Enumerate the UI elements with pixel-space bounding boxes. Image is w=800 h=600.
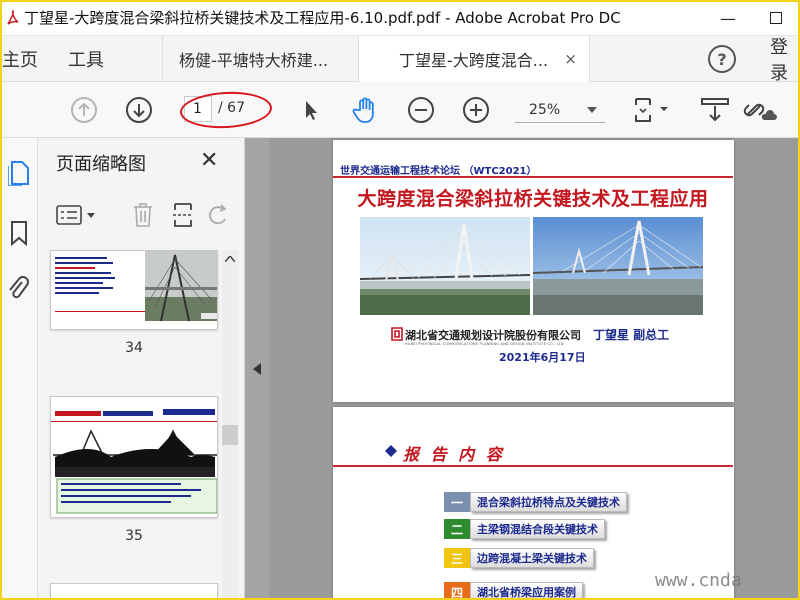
tab-tools[interactable]: 工具 — [68, 36, 104, 82]
item-text: 混合梁斜拉桥特点及关键技术 — [470, 492, 627, 512]
item-text: 主梁钢混结合段关键技术 — [470, 519, 605, 539]
hand-tool-button[interactable] — [348, 93, 382, 127]
institute-name: 湖北省交通规划设计院股份有限公司 — [405, 329, 581, 342]
page-thumbnail-35[interactable] — [50, 396, 218, 518]
attachments-button[interactable] — [6, 274, 30, 306]
tab-document-yangjian[interactable]: 杨健-平塘特大桥建... — [162, 36, 358, 82]
thumbnail-preview — [55, 251, 217, 322]
share-link-button[interactable] — [740, 93, 780, 127]
page-thumbnail-36[interactable] — [50, 583, 218, 600]
zoom-select[interactable]: 25% — [515, 97, 605, 123]
bridge-photo-left — [360, 217, 530, 315]
thumbnail-options-button[interactable] — [54, 202, 100, 228]
maximize-button[interactable] — [752, 0, 800, 36]
tab-label: 丁望星-大跨度混合... — [399, 51, 549, 70]
help-button[interactable]: ? — [708, 45, 736, 73]
left-navigation-rail — [0, 138, 38, 600]
collapse-left-arrow-icon — [253, 363, 261, 375]
tab-home[interactable]: 主页 — [2, 36, 38, 82]
item-number: 一 — [444, 492, 470, 512]
hand-icon — [352, 97, 374, 123]
chevron-down-icon — [587, 107, 597, 113]
item-number: 三 — [444, 548, 470, 568]
institute-logo-icon — [391, 327, 403, 341]
item-number: 二 — [444, 519, 470, 539]
paperclip-icon — [9, 276, 29, 299]
item-text: 边跨混凝土梁关键技术 — [470, 548, 594, 568]
author-name: 丁望星 副总工 — [593, 328, 670, 342]
arrow-up-circle-icon — [71, 97, 97, 123]
tab-label: 杨健-平塘特大桥建... — [179, 51, 329, 70]
presentation-date: 2021年6月17日 — [499, 351, 586, 364]
contents-item: 二 主梁钢混结合段关键技术 — [444, 518, 605, 540]
title-bar: 丁望星-大跨度混合梁斜拉桥关键技术及工程应用-6.10.pdf.pdf - Ad… — [0, 0, 800, 36]
next-page-button[interactable] — [122, 93, 156, 127]
thumbnail-page-number: 35 — [125, 528, 143, 544]
pdf-page-1[interactable]: 世界交通运输工程技术论坛 （WTC2021） 大跨度混合梁斜拉桥关键技术及工程应… — [333, 140, 734, 402]
institute-name-english: HUBEI PROVINCIAL COMMUNICATIONS PLANNING… — [405, 342, 564, 346]
insert-page-icon — [173, 203, 193, 227]
list-options-icon — [56, 205, 95, 225]
pages-icon — [7, 161, 29, 187]
select-tool-button[interactable] — [294, 93, 328, 127]
signin-link[interactable]: 登录 — [770, 36, 800, 84]
item-text: 湖北省桥梁应用案例 — [470, 582, 583, 600]
contents-item: 四 湖北省桥梁应用案例 — [444, 581, 583, 600]
collapse-panel-button[interactable] — [245, 138, 269, 600]
tab-close-button[interactable]: × — [564, 50, 577, 68]
maximize-icon — [770, 12, 782, 24]
header-rule — [333, 176, 733, 178]
tab-document-dingwangxing[interactable]: 丁望星-大跨度混合... × — [358, 36, 590, 82]
contents-heading: 报 告 内 容 — [403, 445, 505, 464]
main-toolbar — [0, 82, 800, 138]
thumbnail-preview — [51, 409, 217, 514]
zoom-value: 25% — [529, 101, 561, 118]
bridge-photo-right — [533, 217, 703, 315]
panel-title: 页面缩略图 — [56, 154, 146, 175]
download-tray-icon — [701, 98, 729, 122]
page-display-button[interactable] — [630, 93, 674, 127]
contents-rule — [333, 465, 733, 467]
rotate-icon — [209, 204, 227, 225]
zoom-out-button[interactable] — [404, 93, 438, 127]
thumbnail-scrollbar-thumb[interactable] — [222, 425, 238, 445]
window-title: 丁望星-大跨度混合梁斜拉桥关键技术及工程应用-6.10.pdf.pdf - Ad… — [24, 9, 621, 27]
forum-header: 世界交通运输工程技术论坛 （WTC2021） — [340, 166, 537, 177]
bookmarks-button[interactable] — [8, 220, 30, 250]
page-thumbnail-34[interactable] — [50, 250, 218, 330]
page-fit-icon — [635, 98, 668, 122]
site-watermark: www.cnda — [655, 570, 742, 591]
tab-bar: 主页 工具 杨健-平塘特大桥建... 丁望星-大跨度混合... × ? 登录 — [0, 36, 800, 84]
thumbnail-page-number: 34 — [125, 340, 143, 356]
bookmark-icon — [11, 221, 27, 247]
item-number: 四 — [444, 582, 470, 600]
link-cloud-icon — [743, 103, 777, 120]
contents-item: 三 边跨混凝土梁关键技术 — [444, 547, 594, 569]
trash-icon — [134, 203, 152, 227]
document-title: 大跨度混合梁斜拉桥关键技术及工程应用 — [357, 188, 709, 210]
contents-item: 一 混合梁斜拉桥特点及关键技术 — [444, 491, 627, 513]
zoom-in-button[interactable] — [459, 93, 493, 127]
plus-circle-icon — [463, 97, 489, 123]
arrow-down-circle-icon — [126, 97, 152, 123]
insert-pages-button[interactable] — [170, 202, 196, 228]
rotate-pages-button[interactable] — [208, 202, 228, 228]
page-thumbnails-button[interactable] — [7, 160, 30, 190]
scroll-up-arrow-icon[interactable] — [225, 256, 235, 262]
minus-circle-icon — [408, 97, 434, 123]
diamond-bullet-icon — [385, 445, 397, 457]
save-download-button[interactable] — [698, 93, 732, 127]
minimize-button[interactable]: — — [704, 0, 752, 36]
acrobat-logo-icon — [4, 9, 22, 27]
cursor-arrow-icon — [306, 101, 317, 120]
delete-pages-button[interactable] — [130, 202, 156, 228]
thumbnail-panel: 页面缩略图 ✕ 34 35 — [38, 138, 245, 600]
previous-page-button[interactable] — [67, 93, 101, 127]
panel-close-button[interactable]: ✕ — [200, 148, 218, 173]
